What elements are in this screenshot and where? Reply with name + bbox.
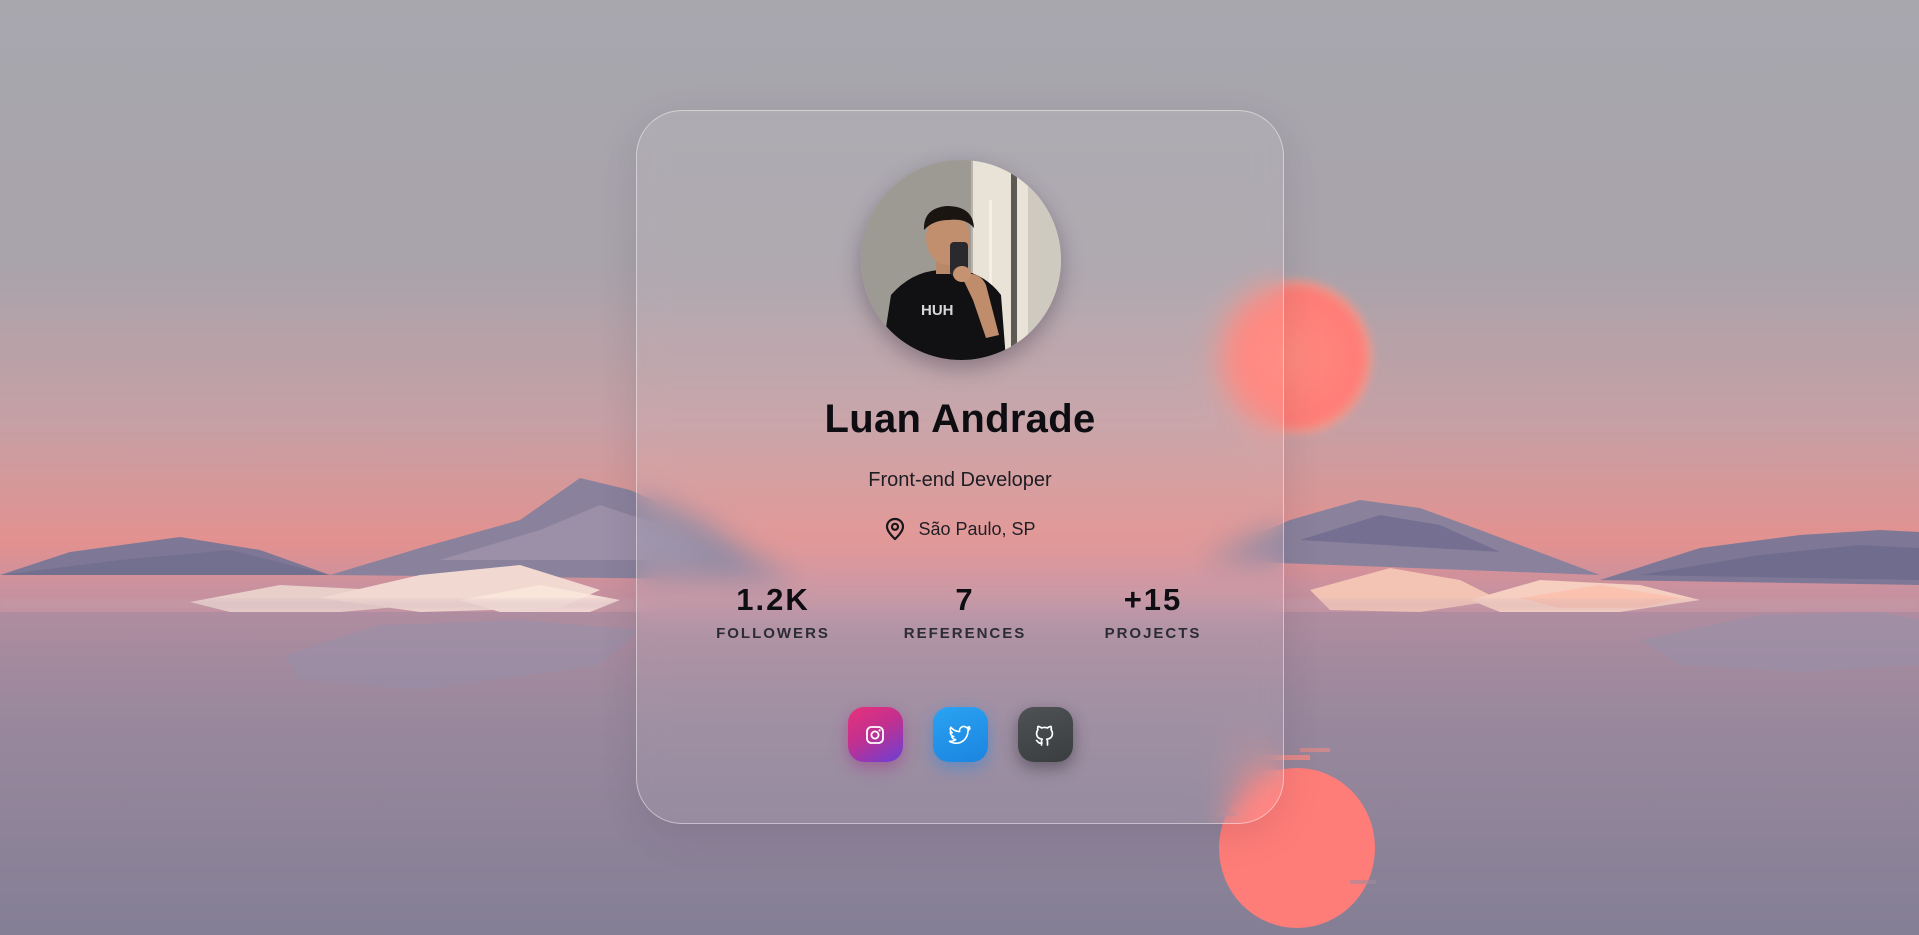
stat-references: 7 REFERENCES	[875, 581, 1055, 642]
stat-label: REFERENCES	[903, 625, 1027, 642]
location-text: São Paulo, SP	[918, 518, 1036, 539]
profile-location: São Paulo, SP	[637, 517, 1283, 541]
social-links	[637, 707, 1283, 762]
twitter-button[interactable]	[932, 707, 988, 762]
instagram-button[interactable]	[847, 707, 903, 762]
svg-text:HUH: HUH	[921, 302, 954, 319]
stat-label: PROJECTS	[1104, 625, 1202, 642]
profile-name: Luan Andrade	[824, 397, 1096, 441]
stat-value: +15	[1123, 582, 1183, 617]
twitter-icon	[948, 725, 971, 744]
github-button[interactable]	[1017, 707, 1073, 762]
location-pin-icon	[884, 517, 906, 541]
stat-followers: 1.2K FOLLOWERS	[683, 581, 863, 642]
stat-label: FOLLOWERS	[716, 625, 830, 642]
stat-value: 7	[955, 582, 975, 617]
stat-projects: +15 PROJECTS	[1063, 581, 1243, 642]
avatar-photo: HUH	[861, 160, 1061, 360]
github-icon	[1035, 725, 1054, 746]
stat-value: 1.2K	[736, 582, 810, 617]
profile-role: Front-end Developer	[868, 469, 1052, 491]
instagram-icon	[866, 725, 884, 744]
avatar[interactable]: HUH	[861, 160, 1061, 360]
profile-card: HUH Luan Andrade Front-end Developer São…	[636, 110, 1284, 824]
